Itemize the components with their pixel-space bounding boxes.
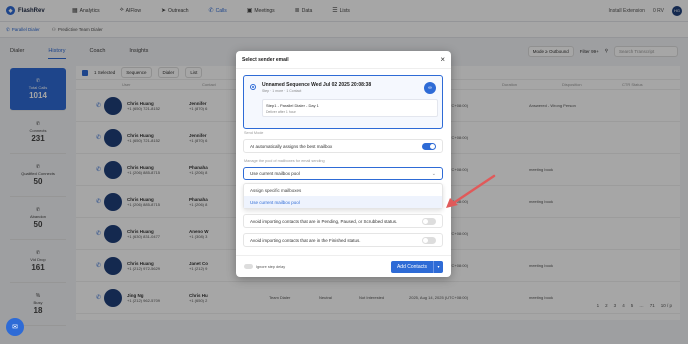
avoid-finished-row: Avoid importing contacts that are in the… [243, 233, 443, 247]
option-use-current-pool[interactable]: Use current mailbox pool [244, 196, 442, 208]
sequence-title: Unnamed Sequence Wed Jul 02 2025 20:08:3… [262, 82, 372, 88]
mailbox-pool-value: Use current mailbox pool [250, 171, 300, 176]
avoid-pending-row: Avoid importing contacts that are in Pen… [243, 214, 443, 228]
close-icon[interactable]: × [440, 55, 445, 64]
step-subtitle: Deliver after 1 hour [266, 110, 296, 114]
chevron-down-icon[interactable]: ▾ [433, 260, 443, 273]
mailbox-pool-dropdown: Assign specific mailboxes Use current ma… [243, 183, 443, 209]
ai-assign-label: AI automatically assigns the best mailbo… [250, 143, 333, 149]
step-card: Step1 - Parallel Dialer - Day 1 Deliver … [262, 99, 438, 117]
pool-label: Manage the pool of mailboxes for email s… [244, 159, 325, 163]
add-contacts-button[interactable]: Add Contacts [390, 260, 433, 273]
ignore-step-delay[interactable]: Ignore step delay [244, 264, 285, 269]
sequence-radio[interactable] [250, 84, 256, 90]
avoid-finished-toggle[interactable] [422, 236, 436, 244]
chevron-down-icon: ⌄ [431, 170, 436, 177]
ignore-step-delay-label: Ignore step delay [256, 264, 286, 269]
sequence-icon: ∞ [424, 82, 436, 94]
modal-footer: Ignore step delay Add Contacts ▾ [236, 255, 451, 277]
mailbox-pool-select[interactable]: Use current mailbox pool ⌄ [243, 167, 443, 180]
sequence-meta: Step · 1 more · 1 Contact [262, 89, 302, 93]
step-title: Step1 - Parallel Dialer - Day 1 [266, 103, 319, 108]
avoid-pending-toggle[interactable] [422, 217, 436, 225]
modal-header: Select sender email × [236, 51, 451, 69]
annotation-arrow [446, 174, 496, 208]
modal-title: Select sender email [242, 56, 289, 63]
send-mode-label: Send Mode [244, 131, 264, 135]
sequence-card[interactable]: Unnamed Sequence Wed Jul 02 2025 20:08:3… [243, 75, 443, 129]
avoid-finished-label: Avoid importing contacts that are in the… [250, 237, 361, 243]
ai-assign-toggle[interactable] [422, 142, 436, 150]
select-sender-email-modal: Select sender email × Unnamed Sequence W… [236, 51, 451, 277]
add-contacts-button-group: Add Contacts ▾ [390, 260, 443, 273]
ignore-step-delay-toggle[interactable] [244, 264, 253, 269]
avoid-pending-label: Avoid importing contacts that are in Pen… [250, 218, 398, 224]
ai-assign-row: AI automatically assigns the best mailbo… [243, 139, 443, 153]
option-assign-specific[interactable]: Assign specific mailboxes [244, 184, 442, 196]
chat-support-icon[interactable]: ✉ [6, 318, 24, 336]
